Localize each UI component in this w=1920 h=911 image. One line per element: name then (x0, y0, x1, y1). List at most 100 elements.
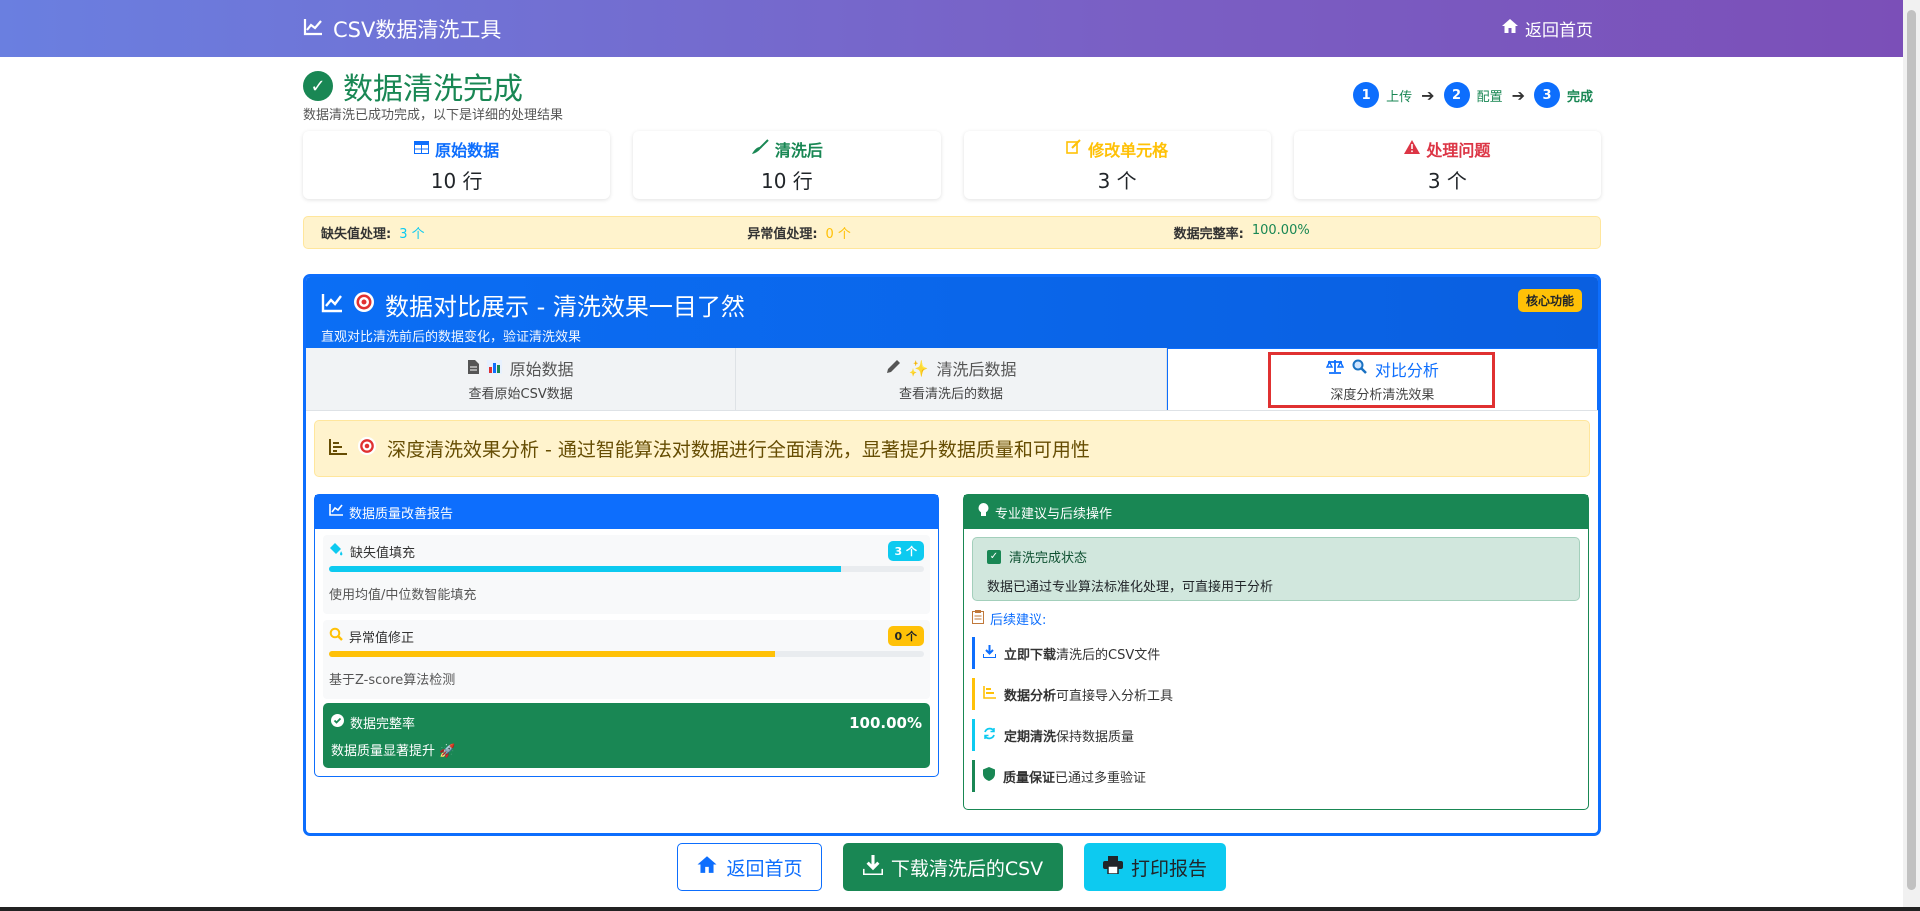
check-circle-icon: ✓ (303, 71, 333, 101)
completeness-box: 数据完整率 100.00% 数据质量显著提升 🚀 (323, 703, 930, 768)
nav-home-label: 返回首页 (1525, 21, 1593, 41)
item-row: 异常值修正 0 个 (329, 626, 924, 646)
printer-icon (1102, 855, 1123, 879)
progress-fill (329, 566, 841, 572)
tab-title-text: 对比分析 (1374, 360, 1439, 380)
tab-original-data[interactable]: 原始数据 查看原始CSV数据 (306, 348, 737, 410)
suggestions-card: 专业建议与后续操作 ✓ 清洗完成状态 数据已通过专业算法标准化处理，可直接用于分… (963, 494, 1589, 810)
suggestion-item: 立即下载清洗后的CSV文件 (972, 637, 1580, 669)
count-badge: 0 个 (887, 626, 924, 646)
page-title-text: 数据清洗完成 (343, 72, 523, 107)
missing-label: 缺失值处理: (321, 227, 392, 242)
suggestion-bold: 数据分析 (1004, 688, 1057, 704)
chart-bar-icon (329, 438, 347, 460)
suggestion-item: 质量保证已通过多重验证 (972, 760, 1580, 792)
stat-value: 10 行 (430, 168, 483, 193)
item-name: 异常值修正 (329, 627, 414, 646)
item-description: 使用均值/中位数智能填充 (329, 588, 477, 603)
stat-title: 原始数据 (414, 137, 499, 161)
arrow-right-icon: ➔ (1421, 85, 1435, 105)
clean-status-box: ✓ 清洗完成状态 数据已通过专业算法标准化处理，可直接用于分析 (972, 537, 1580, 601)
back-home-button[interactable]: 返回首页 (677, 843, 822, 891)
nav-home-link[interactable]: 返回首页 (1501, 16, 1593, 41)
tab-subtitle: 查看原始CSV数据 (468, 387, 573, 402)
warning-icon (1404, 139, 1421, 158)
download-icon (861, 854, 885, 880)
comparison-tabs: 原始数据 查看原始CSV数据 ✨ 清洗后数据 查看清洗后的数据 对比分析 深度分… (306, 348, 1598, 411)
broom-icon (751, 138, 769, 159)
step-1-label: 上传 (1386, 89, 1413, 105)
tab-title-text: 原始数据 (509, 360, 574, 379)
step-3-number: 3 (1533, 82, 1560, 108)
stat-title: 清洗后 (751, 137, 823, 161)
target-icon (353, 291, 375, 319)
stat-card-modified: 修改单元格 3 个 (963, 131, 1271, 199)
brand[interactable]: CSV数据清洗工具 (303, 14, 501, 44)
item-row: 缺失值填充 3 个 (329, 541, 924, 561)
vertical-scrollbar[interactable] (1903, 0, 1920, 907)
item-name: 缺失值填充 (329, 542, 415, 561)
download-csv-button[interactable]: 下载清洗后的CSV (843, 843, 1063, 891)
scrollbar-thumb[interactable] (1907, 10, 1916, 890)
bar-chart-icon (486, 359, 502, 378)
paint-bucket-icon (329, 542, 344, 560)
card-title: 专业建议与后续操作 (995, 506, 1113, 522)
step-2-number: 2 (1443, 82, 1470, 108)
top-navbar: CSV数据清洗工具 返回首页 (0, 0, 1903, 57)
suggestion-rest: 已通过多重验证 (1055, 770, 1147, 786)
step-1-number: 1 (1353, 82, 1380, 108)
bottom-edge (0, 907, 1920, 911)
status-title-text: 清洗完成状态 (1009, 551, 1088, 566)
print-report-button[interactable]: 打印报告 (1084, 843, 1226, 891)
stat-value: 3 个 (1097, 168, 1137, 193)
progress-fill (329, 651, 776, 657)
suggestion-text: 立即下载清洗后的CSV文件 (1004, 644, 1160, 663)
stat-cards: 原始数据 10 行 清洗后 10 行 修改单元格 3 个 处理问题 3 个 (303, 131, 1601, 199)
suggestion-text: 数据分析可直接导入分析工具 (1004, 685, 1173, 704)
tab-cleaned-data[interactable]: ✨ 清洗后数据 查看清洗后的数据 (736, 348, 1167, 410)
analysis-columns: 数据质量改善报告 缺失值填充 3 个 使用均值/中位数智能填充 异常值修正 0 … (314, 494, 1590, 810)
tab-comparison-analysis[interactable]: 对比分析 深度分析清洗效果 (1166, 348, 1598, 410)
tab-title: 原始数据 (467, 356, 574, 380)
completeness-value: 100.00% (1251, 223, 1310, 238)
download-csv-label: 下载清洗后的CSV (890, 857, 1044, 880)
stat-title-text: 原始数据 (435, 140, 500, 160)
stat-title-text: 处理问题 (1426, 140, 1491, 160)
chart-line-icon (329, 504, 343, 520)
progress-steps: 1 上传 ➔ 2 配置 ➔ 3 完成 (1353, 82, 1593, 108)
shield-icon (983, 767, 995, 785)
completeness-label-text: 数据完整率 (350, 717, 416, 732)
suggestion-text: 质量保证已通过多重验证 (1003, 767, 1146, 786)
stat-title: 处理问题 (1404, 137, 1490, 161)
suggestion-text: 定期清洗保持数据质量 (1004, 726, 1134, 745)
download-icon (982, 644, 997, 662)
stat-card-cleaned: 清洗后 10 行 (633, 131, 941, 199)
completeness-label: 数据完整率 (331, 713, 415, 732)
stat-title-text: 清洗后 (774, 140, 823, 160)
outlier-summary: 异常值处理: 0 个 (747, 223, 1173, 242)
arrow-right-icon: ➔ (1511, 85, 1525, 105)
checkbox-icon: ✓ (987, 549, 1001, 564)
comparison-panel: 数据对比展示 - 清洗效果一目了然 直观对比清洗前后的数据变化，验证清洗效果 核… (303, 274, 1601, 836)
completeness-label: 数据完整率: (1173, 227, 1244, 242)
core-feature-badge: 核心功能 (1517, 289, 1582, 312)
completeness-row: 数据完整率 100.00% (331, 713, 922, 732)
completeness-value: 100.00% (849, 713, 922, 732)
check-circle-icon (331, 714, 344, 731)
item-name-text: 异常值修正 (349, 630, 415, 646)
page-title: ✓ 数据清洗完成 (303, 64, 523, 108)
card-header: 专业建议与后续操作 (964, 495, 1588, 529)
stat-title-text: 修改单元格 (1088, 140, 1169, 160)
pencil-icon (886, 359, 901, 378)
outlier-label: 异常值处理: (747, 227, 818, 242)
suggestion-item: 定期清洗保持数据质量 (972, 719, 1580, 751)
suggestion-rest: 可直接导入分析工具 (1056, 688, 1174, 704)
stat-title: 修改单元格 (1066, 137, 1168, 161)
stat-value: 3 个 (1427, 168, 1467, 193)
lightbulb-icon (978, 503, 989, 521)
chart-line-icon (321, 291, 343, 319)
magnifier-icon (1352, 359, 1367, 378)
file-icon (467, 359, 479, 378)
suggestion-bold: 立即下载 (1004, 647, 1057, 663)
tab-subtitle: 深度分析清洗效果 (1330, 387, 1435, 403)
